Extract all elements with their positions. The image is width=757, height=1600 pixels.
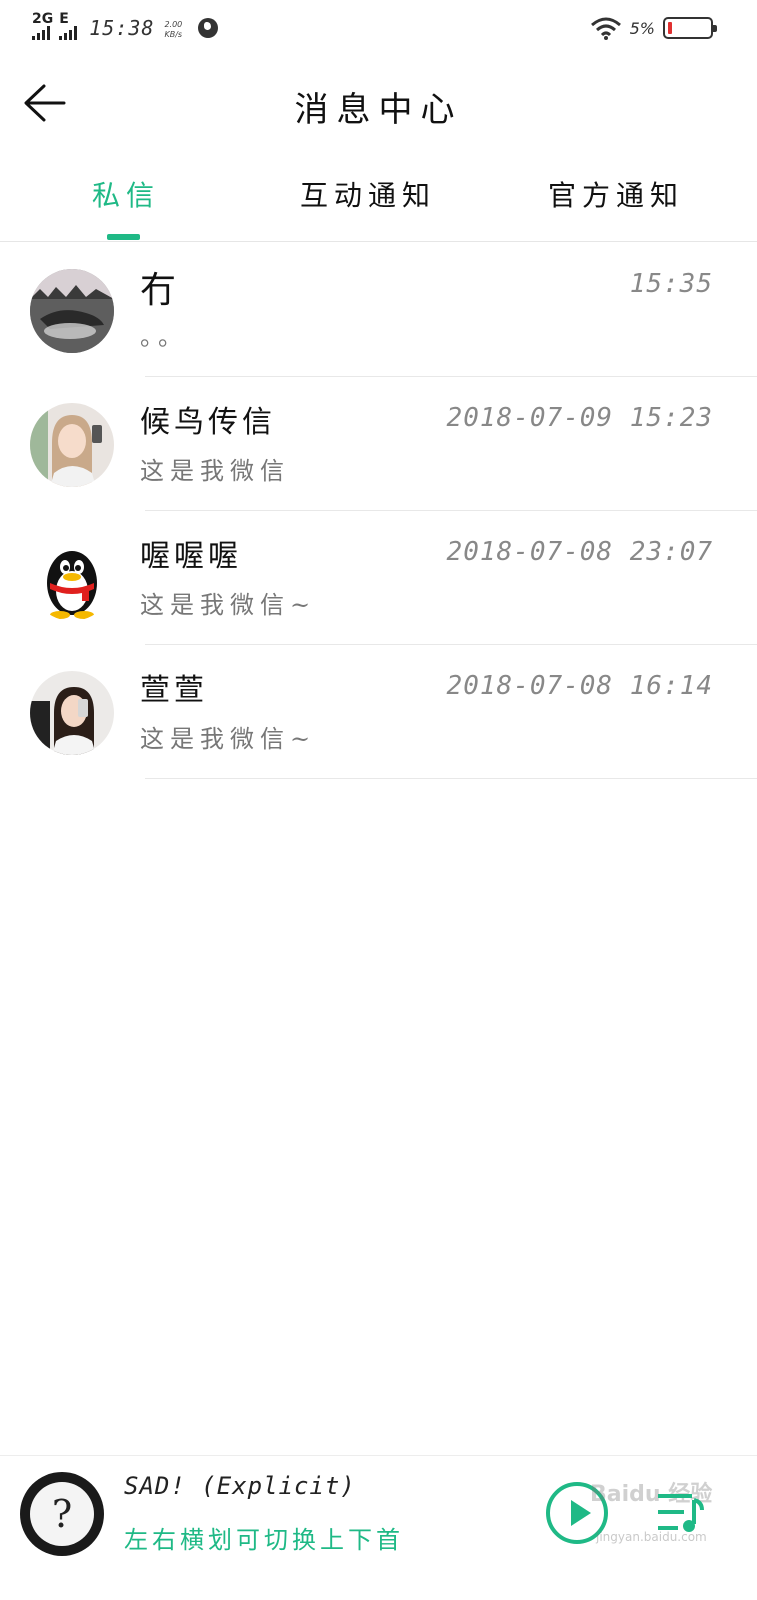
- signal-2g: 2G: [32, 12, 53, 40]
- page-title: 消息中心: [294, 90, 463, 130]
- network-speed-value: 2.00: [164, 20, 183, 29]
- message-preview: 这是我微信: [140, 457, 290, 485]
- status-bar: 2G E 15:38 2.00 KB/s 5%: [0, 0, 757, 56]
- network-speed: 2.00 KB/s: [164, 20, 182, 40]
- status-right: 5%: [590, 16, 717, 40]
- qq-penguin-avatar: [30, 537, 114, 621]
- signal-bars-icon: [59, 26, 78, 40]
- swipe-hint: 左右横划可切换上下首: [124, 1526, 404, 1554]
- network-speed-unit: KB/s: [164, 30, 183, 39]
- wifi-icon: [590, 17, 621, 40]
- message-sender-name: 候鸟传信: [140, 405, 276, 440]
- status-time: 15:38: [89, 16, 155, 40]
- signal-bars-icon: [32, 26, 50, 40]
- message-row[interactable]: 喔喔喔 这是我微信~ 2018-07-08 23:07: [0, 511, 757, 645]
- message-sender-name: 萱萱: [140, 673, 208, 708]
- album-art[interactable]: ?: [20, 1472, 104, 1556]
- message-row[interactable]: 萱萱 这是我微信~ 2018-07-08 16:14: [0, 645, 757, 779]
- tab-private-messages[interactable]: 私信: [92, 174, 160, 214]
- album-art-glyph: ?: [30, 1482, 94, 1546]
- status-left: 2G E 15:38 2.00 KB/s: [32, 11, 219, 40]
- battery-percent: 5%: [629, 18, 655, 38]
- message-sender-name: 冇: [140, 270, 181, 311]
- playlist-icon[interactable]: [656, 1490, 706, 1536]
- message-row[interactable]: 候鸟传信 这是我微信 2018-07-09 15:23: [0, 377, 757, 511]
- message-time: 2018-07-08 16:14: [446, 671, 713, 701]
- mini-player[interactable]: ? SAD! (Explicit) 左右横划可切换上下首 Baidu 经验 ji…: [0, 1455, 757, 1600]
- globe-icon: [198, 18, 219, 38]
- play-button[interactable]: [546, 1482, 608, 1544]
- message-preview: 。。: [140, 323, 188, 351]
- network-type-2g: 2G: [32, 11, 54, 27]
- message-row[interactable]: 冇 。。 15:35: [0, 243, 757, 377]
- tab-official-notifications[interactable]: 官方通知: [548, 174, 684, 214]
- message-list: 冇 。。 15:35 候鸟传信 这是我微信 2018-07-09 15:23 喔…: [0, 243, 757, 779]
- network-type-e: E: [59, 11, 69, 27]
- avatar: [30, 403, 114, 487]
- message-time: 15:35: [629, 269, 713, 299]
- tab-interaction-notifications[interactable]: 互动通知: [300, 174, 436, 214]
- avatar: [30, 671, 114, 755]
- signal-e: E: [59, 11, 78, 40]
- song-title: SAD! (Explicit): [124, 1472, 356, 1500]
- tab-bar: 私信 互动通知 官方通知: [0, 156, 757, 242]
- message-preview: 这是我微信~: [140, 725, 317, 753]
- active-tab-indicator: [107, 234, 140, 240]
- header: 消息中心: [0, 60, 757, 146]
- message-preview: 这是我微信~: [140, 591, 317, 619]
- message-time: 2018-07-09 15:23: [446, 403, 713, 433]
- battery-icon: [663, 17, 717, 39]
- message-sender-name: 喔喔喔: [140, 539, 242, 574]
- message-time: 2018-07-08 23:07: [446, 537, 713, 567]
- avatar: [30, 269, 114, 353]
